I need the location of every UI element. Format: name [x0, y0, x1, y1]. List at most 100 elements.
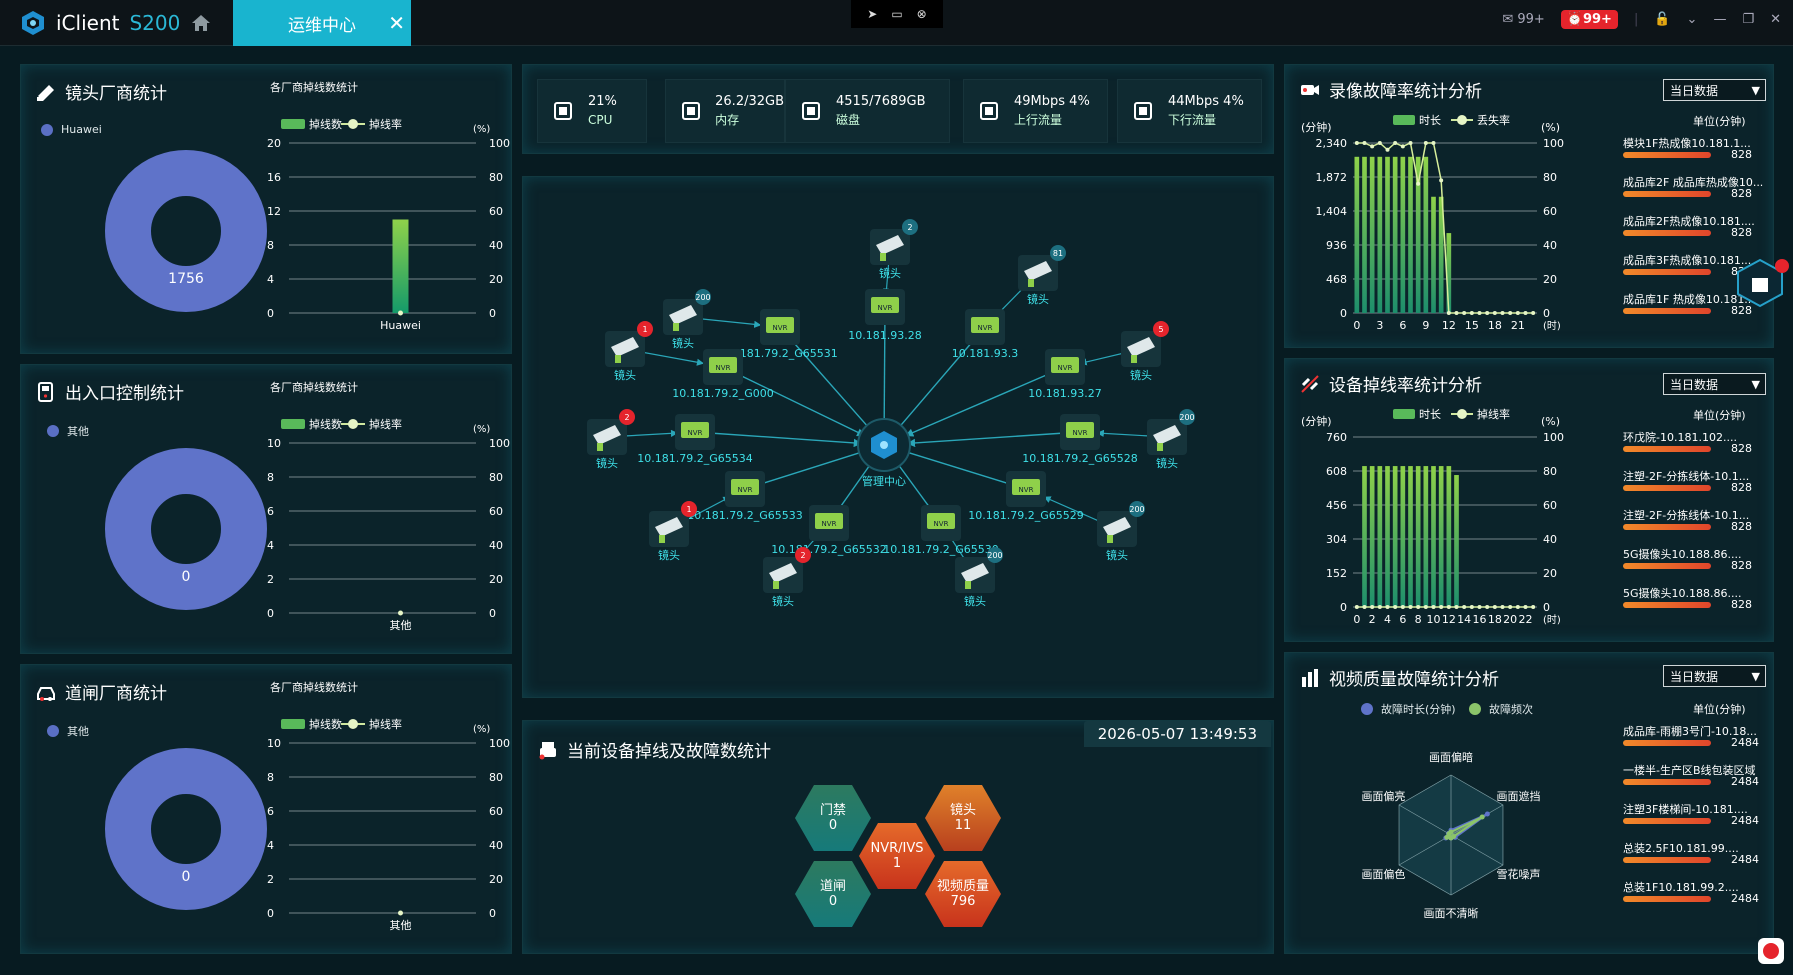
vendor-drop-chart: 掉线数 掉线率 (%) 10 100 8 80 6 60 4 40 2 20 0 0 其他 — [267, 417, 510, 632]
list-item[interactable]: 成品库2F热成像10.181.... 828 — [1623, 213, 1763, 252]
donut-legend[interactable]: 其他 — [47, 723, 89, 739]
list-item[interactable]: 总装2.5F10.181.99.... 2484 — [1623, 840, 1759, 879]
alert-badge-count: 200 — [1129, 505, 1144, 514]
bar — [1354, 156, 1360, 313]
hex-label: 门禁 — [819, 803, 846, 818]
pointer-icon[interactable]: ➤ — [867, 7, 877, 21]
y2-tick-label: 40 — [489, 239, 503, 252]
stat-label: CPU — [588, 113, 613, 127]
nvr-icon-label: NVR — [1058, 364, 1073, 372]
y-tick-label: 8 — [267, 471, 274, 484]
fault-hex[interactable]: 镜头 11 — [925, 785, 1001, 851]
y-tick-label: 1,872 — [1316, 171, 1348, 184]
date-range-select[interactable]: 当日数据 ▼ — [1663, 79, 1766, 101]
nvr-label: 10.181.79.2_G65528 — [1022, 452, 1138, 465]
link-nvr-center — [879, 306, 889, 430]
list-item[interactable]: 环戊院-10.181.102.... 828 — [1623, 429, 1752, 468]
item-bar — [1623, 485, 1711, 491]
message-count[interactable]: ✉ 99+ — [1502, 12, 1544, 27]
close-window-icon[interactable]: ✕ — [1770, 12, 1781, 27]
list-item[interactable]: 总装1F10.181.99.2.... 2484 — [1623, 879, 1759, 918]
left-axis-unit: (分钟) — [1301, 120, 1332, 134]
unit-label: 单位(分钟) — [1693, 409, 1746, 422]
alarm-badge[interactable]: ⏰99+ — [1560, 10, 1618, 29]
tab-ops-center[interactable]: 运维中心 ✕ — [233, 0, 411, 46]
legend-fault-frequency[interactable]: 故障频次 — [1469, 701, 1533, 717]
date-range-select[interactable]: 当日数据 ▼ — [1663, 665, 1766, 687]
donut-legend[interactable]: Huawei — [41, 123, 102, 136]
chat-icon[interactable] — [1756, 936, 1786, 966]
rate-point — [1362, 141, 1367, 145]
y-tick-label: 0 — [1340, 601, 1347, 614]
chevron-down-icon[interactable]: ⌄ — [1687, 12, 1698, 27]
fault-hex[interactable]: 门禁 0 — [795, 785, 871, 851]
donut-legend[interactable]: 其他 — [47, 423, 89, 439]
topology-graph: 管理中心NVR10.181.79.2_G65531NVR10.181.93.28… — [587, 219, 1195, 608]
chart-subtitle: 各厂商掉线数统计 — [270, 81, 358, 94]
list-item[interactable]: 5G摄像头10.188.86.... 828 — [1623, 585, 1752, 624]
rate-point — [1469, 311, 1474, 315]
bar — [1385, 466, 1390, 607]
list-item[interactable]: 模块1F热成像10.181.1... 828 — [1623, 135, 1763, 174]
rate-point — [1400, 605, 1405, 609]
hex-value: 796 — [950, 894, 976, 909]
alert-badge-count: 2 — [800, 551, 805, 560]
y-tick-label: 16 — [267, 171, 281, 184]
panel-title: 出入口控制统计 — [65, 384, 184, 404]
date-range-select[interactable]: 当日数据 ▼ — [1663, 373, 1766, 395]
bar — [1392, 466, 1398, 607]
vendor-drop-chart: 掉线数 掉线率 (%) 10 100 8 80 6 60 4 40 2 20 0 0 其他 — [267, 717, 510, 932]
y-tick-label: 4 — [267, 273, 274, 286]
rate-point — [1515, 311, 1520, 315]
bar — [1400, 156, 1406, 313]
list-item[interactable]: 注塑-2F-分拣线体-10.1... 828 — [1623, 468, 1752, 507]
rate-point — [1439, 605, 1444, 609]
restore-icon[interactable]: ❐ — [1742, 12, 1754, 27]
panel-title: 录像故障率统计分析 — [1329, 82, 1482, 102]
unit-label: 单位(分钟) — [1693, 115, 1746, 128]
item-value: 828 — [1731, 148, 1752, 161]
legend-drop-count: 掉线数 — [309, 417, 342, 431]
home-icon[interactable] — [190, 12, 212, 34]
select-value: 当日数据 — [1670, 83, 1719, 98]
stat-value: 21% — [588, 94, 617, 109]
bar — [1423, 466, 1429, 607]
nvr-icon-label: NVR — [822, 520, 837, 528]
rate-point — [1408, 141, 1413, 145]
bar — [1454, 475, 1459, 607]
fault-hex[interactable]: 视频质量 796 — [925, 861, 1001, 927]
floating-alarm-icon[interactable] — [1736, 252, 1790, 310]
close-circle-icon[interactable]: ⊗ — [917, 7, 927, 21]
y-tick-label: 0 — [1340, 307, 1347, 320]
x-tick-label: 3 — [1376, 319, 1383, 332]
y2-tick-label: 40 — [489, 839, 503, 852]
list-item[interactable]: 成品库2F 成品库热成像10... 828 — [1623, 174, 1763, 213]
x-tick-label: 10 — [1427, 613, 1441, 626]
list-item[interactable]: 5G摄像头10.188.86.... 828 — [1623, 546, 1752, 585]
stat-card: 26.2/32GB 内存 — [665, 79, 785, 143]
rate-point — [398, 310, 403, 316]
rate-point — [1515, 605, 1520, 609]
recording-fault-panel: 录像故障率统计分析 当日数据 ▼ (分钟) 时长 丢失率 (%) 2,340 100 1,87… — [1284, 64, 1774, 348]
minimize-icon[interactable]: — — [1713, 12, 1726, 27]
camera-mount — [773, 581, 779, 589]
bar — [1423, 156, 1429, 313]
legend-fault-duration[interactable]: 故障时长(分钟) — [1361, 701, 1456, 717]
link-nvr-center — [904, 366, 1066, 437]
screen-icon[interactable]: ▭ — [891, 7, 902, 21]
camera-mount — [659, 535, 665, 543]
y-tick-label: 1,404 — [1316, 205, 1348, 218]
fault-hex[interactable]: 道闸 0 — [795, 861, 871, 927]
right-axis-unit: (%) — [1541, 415, 1560, 428]
list-item[interactable]: 注塑3F楼梯间-10.181.... 2484 — [1623, 801, 1759, 840]
divider: | — [1633, 12, 1639, 27]
list-item[interactable]: 成品库-雨棚3号门-10.18... 2484 — [1623, 723, 1759, 762]
lock-icon[interactable]: 🔓 — [1654, 12, 1670, 27]
disk-icon — [802, 102, 820, 120]
bar — [1369, 466, 1375, 607]
list-item[interactable]: 注塑-2F-分拣线体-10.1... 828 — [1623, 507, 1752, 546]
close-tab-icon[interactable]: ✕ — [388, 11, 405, 35]
bar — [1400, 466, 1406, 607]
list-item[interactable]: 一楼半-生产区B线包装区域 2484 — [1623, 762, 1759, 801]
fault-hex[interactable]: NVR/IVS 1 — [859, 823, 935, 889]
